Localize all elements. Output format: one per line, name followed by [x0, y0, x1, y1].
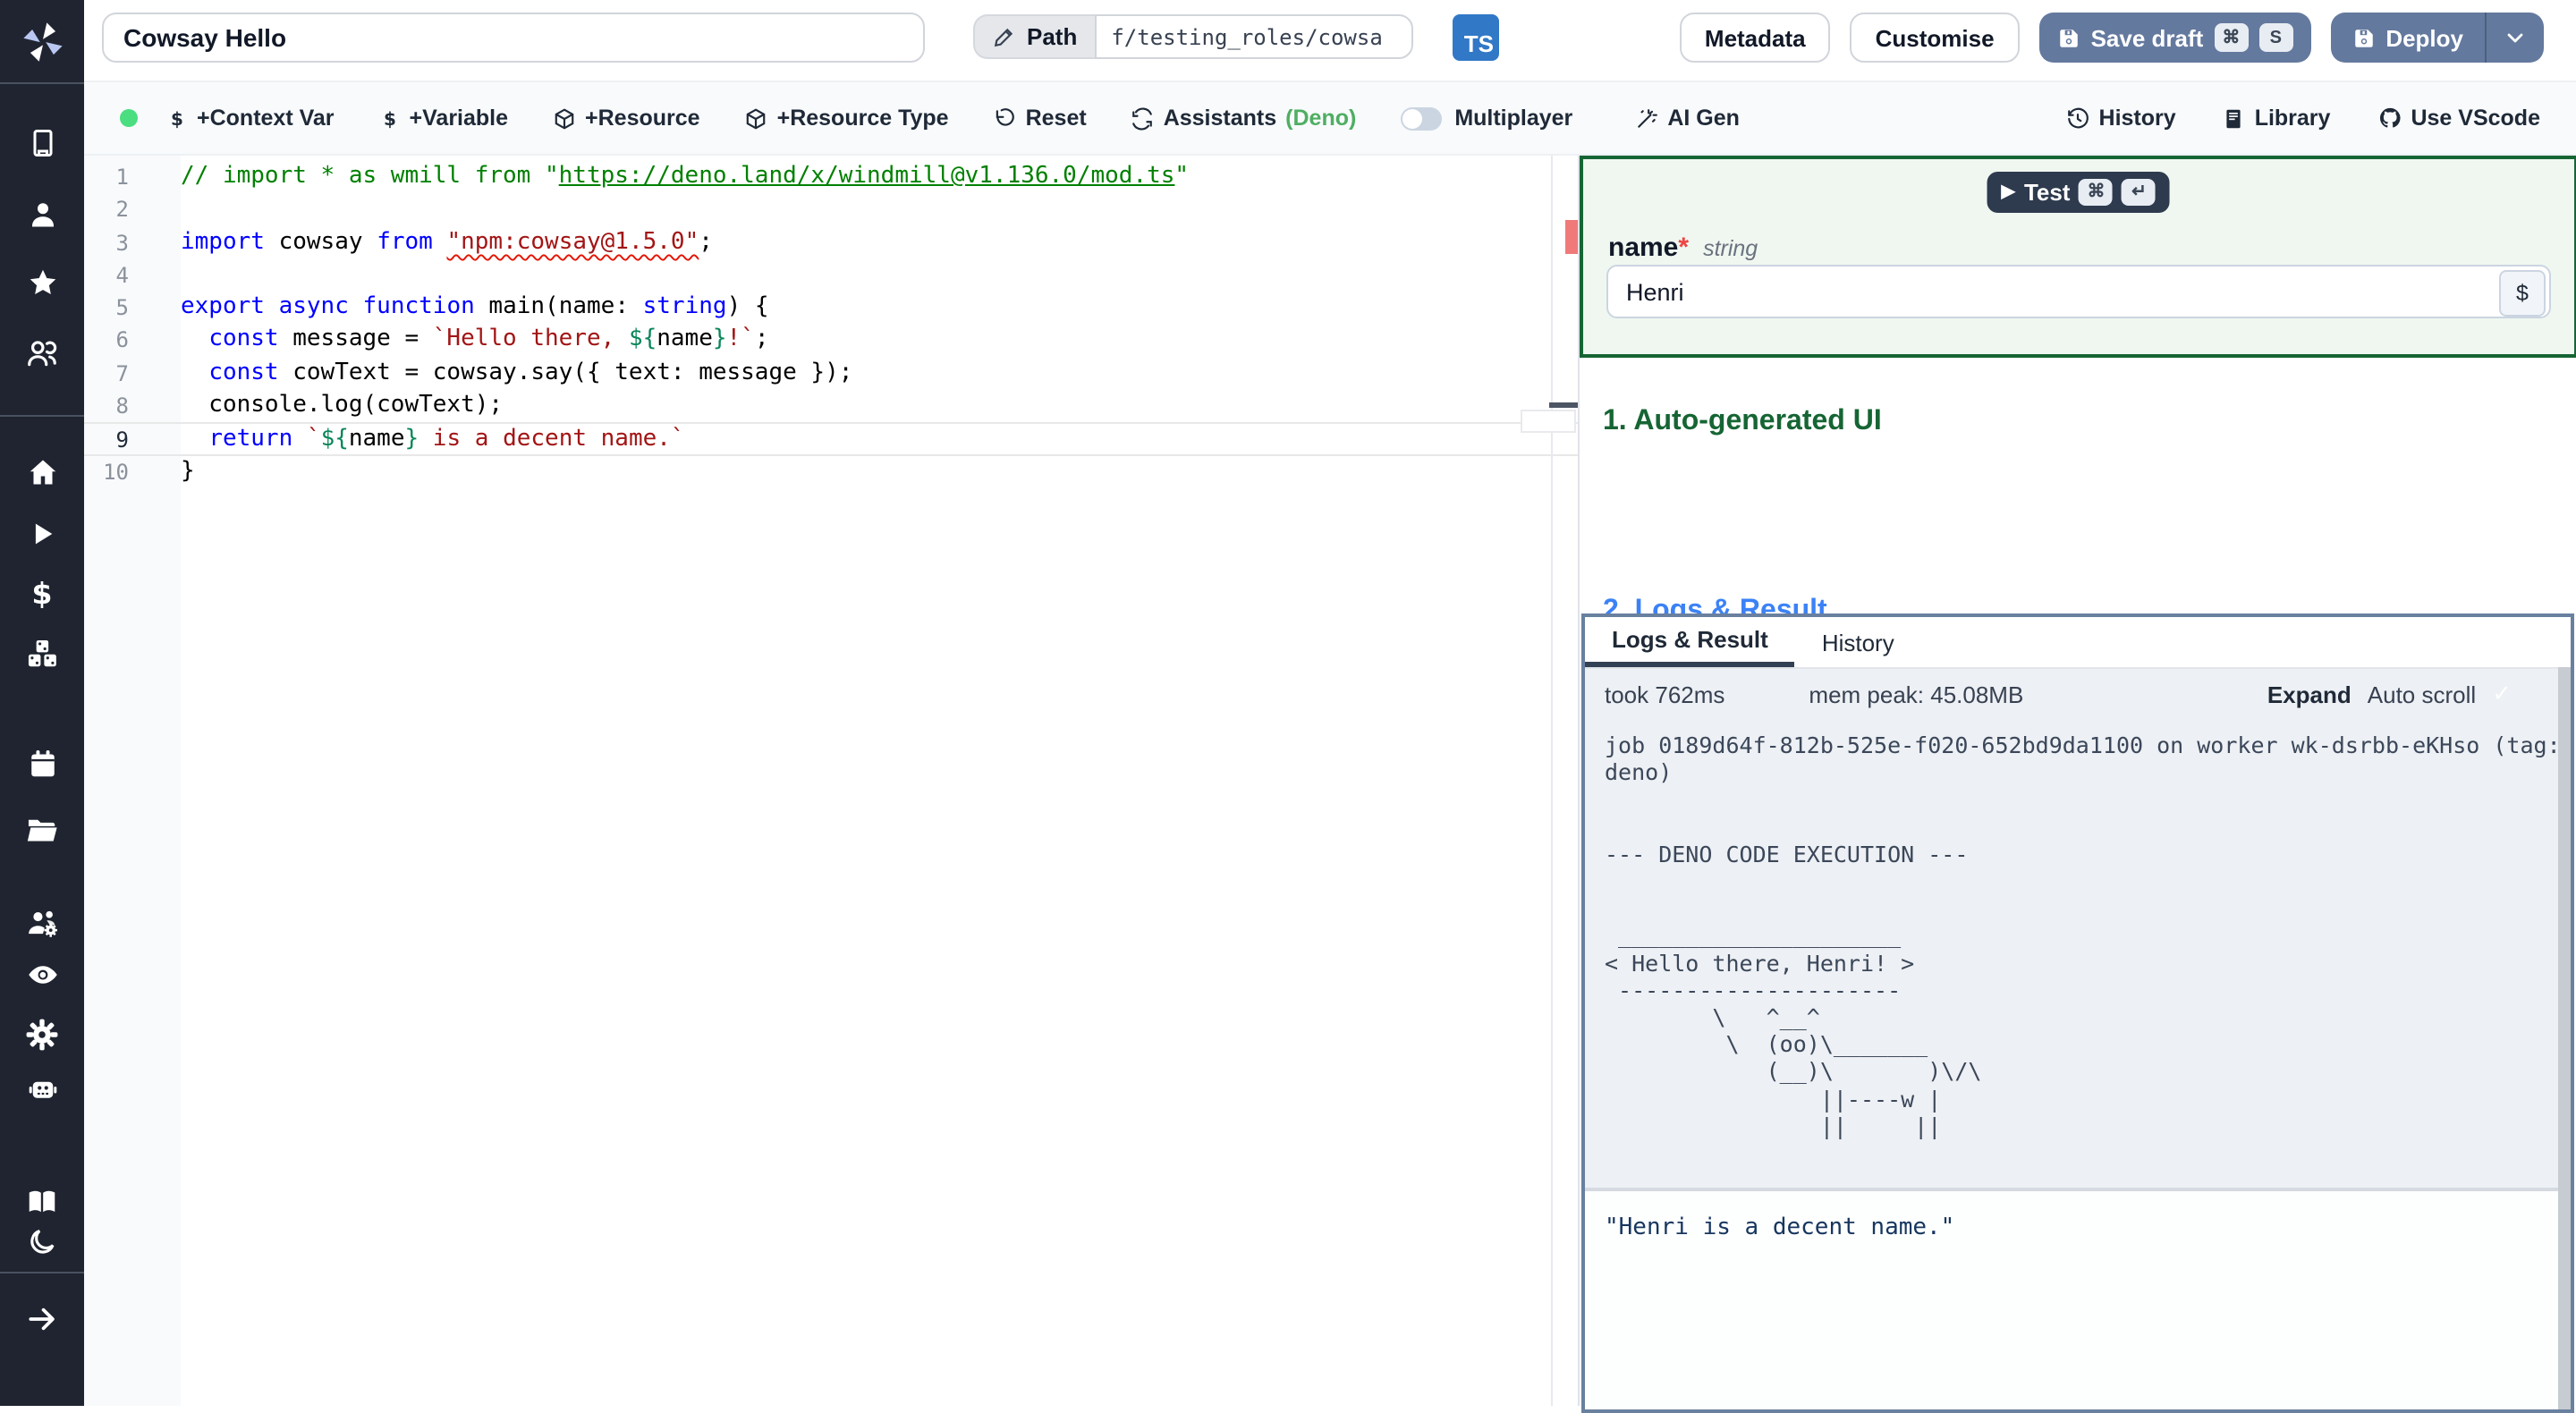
folder-icon[interactable]	[0, 812, 84, 844]
expand-button[interactable]: Expand	[2267, 681, 2351, 707]
add-variable-button[interactable]: $ +Variable	[379, 106, 508, 131]
history-clock-icon	[2067, 106, 2090, 130]
chevron-down-icon	[2504, 27, 2526, 48]
github-icon	[2377, 106, 2402, 131]
calendar-icon[interactable]	[0, 748, 84, 780]
arrow-right-icon[interactable]	[0, 1302, 84, 1334]
pencil-icon	[993, 25, 1016, 48]
library-button[interactable]: Library	[2223, 106, 2330, 131]
result-area: "Henri is a decent name."	[1585, 1188, 2571, 1409]
sidebar: $	[0, 0, 84, 1406]
section-auto-generated-ui: 1. Auto-generated UI	[1603, 406, 1882, 436]
path-input[interactable]	[1095, 14, 1414, 59]
play-icon: ▶	[2001, 182, 2015, 202]
package-icon	[553, 106, 576, 130]
logs-tabs: Logs & Result History	[1585, 617, 2571, 669]
user-gear-icon[interactable]	[0, 907, 84, 939]
logs-scrollbar[interactable]	[2558, 667, 2571, 1409]
script-title-input[interactable]	[102, 13, 925, 63]
deploy-dropdown-button[interactable]	[2485, 13, 2544, 63]
assistants-lang: (Deno)	[1285, 106, 1357, 131]
duration-stat: took 762ms	[1605, 681, 1725, 707]
play-icon[interactable]	[0, 517, 84, 549]
refresh-icon	[1131, 106, 1155, 130]
field-type-label: string	[1703, 236, 1758, 261]
autoscroll-toggle[interactable]: Auto scroll	[2368, 681, 2476, 707]
code-lines: 1// import * as wmill from "https://deno…	[84, 161, 1578, 488]
kbd-cmd: ⌘	[2079, 179, 2114, 206]
code-editor[interactable]: 1// import * as wmill from "https://deno…	[84, 156, 1578, 1406]
history-button[interactable]: History	[2067, 106, 2176, 131]
user-icon[interactable]	[0, 199, 84, 231]
test-args-box: ▶ Test ⌘ ↵ name* string $	[1580, 156, 2576, 358]
eye-icon[interactable]	[0, 959, 84, 991]
add-context-var-button[interactable]: $ +Context Var	[166, 106, 334, 131]
star-icon[interactable]	[0, 267, 84, 299]
gear-icon[interactable]	[0, 1018, 84, 1050]
typescript-badge: TS	[1453, 14, 1499, 61]
assistants-button[interactable]: Assistants (Deno)	[1131, 106, 1357, 131]
metadata-button[interactable]: Metadata	[1679, 13, 1831, 63]
sidebar-divider	[0, 82, 84, 84]
windmill-script-editor: $ Cowsay Hello Path f/testing_roles/cows…	[0, 0, 2576, 1413]
right-panel: ▶ Test ⌘ ↵ name* string $ 1. Auto-genera…	[1578, 156, 2576, 1413]
ai-gen-button[interactable]: AI Gen	[1635, 106, 1740, 131]
kbd-cmd: ⌘	[2214, 23, 2249, 52]
robot-icon[interactable]	[0, 1073, 84, 1105]
editor-toolbar: $ +Context Var $ +Variable +Resource +Re…	[84, 80, 2576, 156]
logs-panel: Logs & Result History took 762ms mem pea…	[1581, 613, 2574, 1413]
sidebar-divider	[0, 1272, 84, 1273]
sidebar-divider	[0, 415, 84, 417]
dollar-icon[interactable]: $	[0, 576, 84, 612]
svg-text:$: $	[31, 576, 52, 611]
cubes-icon[interactable]	[0, 637, 84, 669]
building-icon[interactable]	[0, 127, 84, 159]
add-resource-button[interactable]: +Resource	[553, 106, 700, 131]
status-dot	[120, 109, 138, 127]
windmill-logo[interactable]	[0, 16, 84, 66]
check-icon: ✓	[2492, 680, 2512, 706]
memory-stat: mem peak: 45.08MB	[1809, 681, 2024, 707]
multiplayer-toggle[interactable]	[1401, 106, 1443, 130]
topbar: Path TS Metadata Customise Save draft ⌘ …	[84, 0, 2576, 80]
add-resource-type-button[interactable]: +Resource Type	[745, 106, 949, 131]
package-icon	[745, 106, 768, 130]
result-value: "Henri is a decent name."	[1605, 1214, 1955, 1241]
path-group: Path	[973, 14, 1414, 59]
moon-icon[interactable]	[0, 1225, 84, 1257]
splitter-handle[interactable]	[1549, 402, 1578, 408]
kbd-s: S	[2258, 23, 2293, 52]
svg-text:$: $	[384, 107, 396, 129]
editor-right-border	[1551, 156, 1553, 1406]
library-book-icon	[2223, 106, 2246, 130]
required-asterisk: *	[1678, 233, 1690, 263]
users-icon[interactable]	[0, 336, 84, 368]
save-icon	[2351, 26, 2375, 49]
error-marker	[1565, 220, 1578, 254]
tab-logs-result[interactable]: Logs & Result	[1585, 617, 1795, 667]
log-output: job 0189d64f-812b-525e-f020-652bd9da1100…	[1605, 732, 2561, 1139]
svg-text:$: $	[171, 107, 183, 129]
reset-icon	[994, 106, 1017, 130]
run-stats: took 762ms mem peak: 45.08MB Expand Auto…	[1585, 669, 2571, 719]
path-label: Path	[1027, 23, 1078, 50]
kbd-enter: ↵	[2122, 179, 2157, 206]
insert-variable-button[interactable]: $	[2499, 270, 2546, 317]
tab-history[interactable]: History	[1795, 617, 1921, 667]
home-icon[interactable]	[0, 456, 84, 488]
save-draft-button[interactable]: Save draft ⌘ S	[2038, 13, 2311, 63]
save-icon	[2057, 26, 2080, 49]
multiplayer-label: Multiplayer	[1454, 106, 1573, 131]
customise-button[interactable]: Customise	[1850, 13, 2020, 63]
wand-icon	[1635, 106, 1658, 130]
use-vscode-button[interactable]: Use VScode	[2377, 106, 2540, 131]
deploy-button[interactable]: Deploy	[2330, 13, 2544, 63]
splitter-box	[1521, 410, 1576, 433]
book-icon[interactable]	[0, 1186, 84, 1218]
test-button[interactable]: ▶ Test ⌘ ↵	[1987, 172, 2171, 213]
field-name-label: name*	[1608, 233, 1690, 263]
path-button[interactable]: Path	[973, 14, 1096, 59]
reset-button[interactable]: Reset	[994, 106, 1087, 131]
name-field-input[interactable]	[1606, 265, 2551, 318]
